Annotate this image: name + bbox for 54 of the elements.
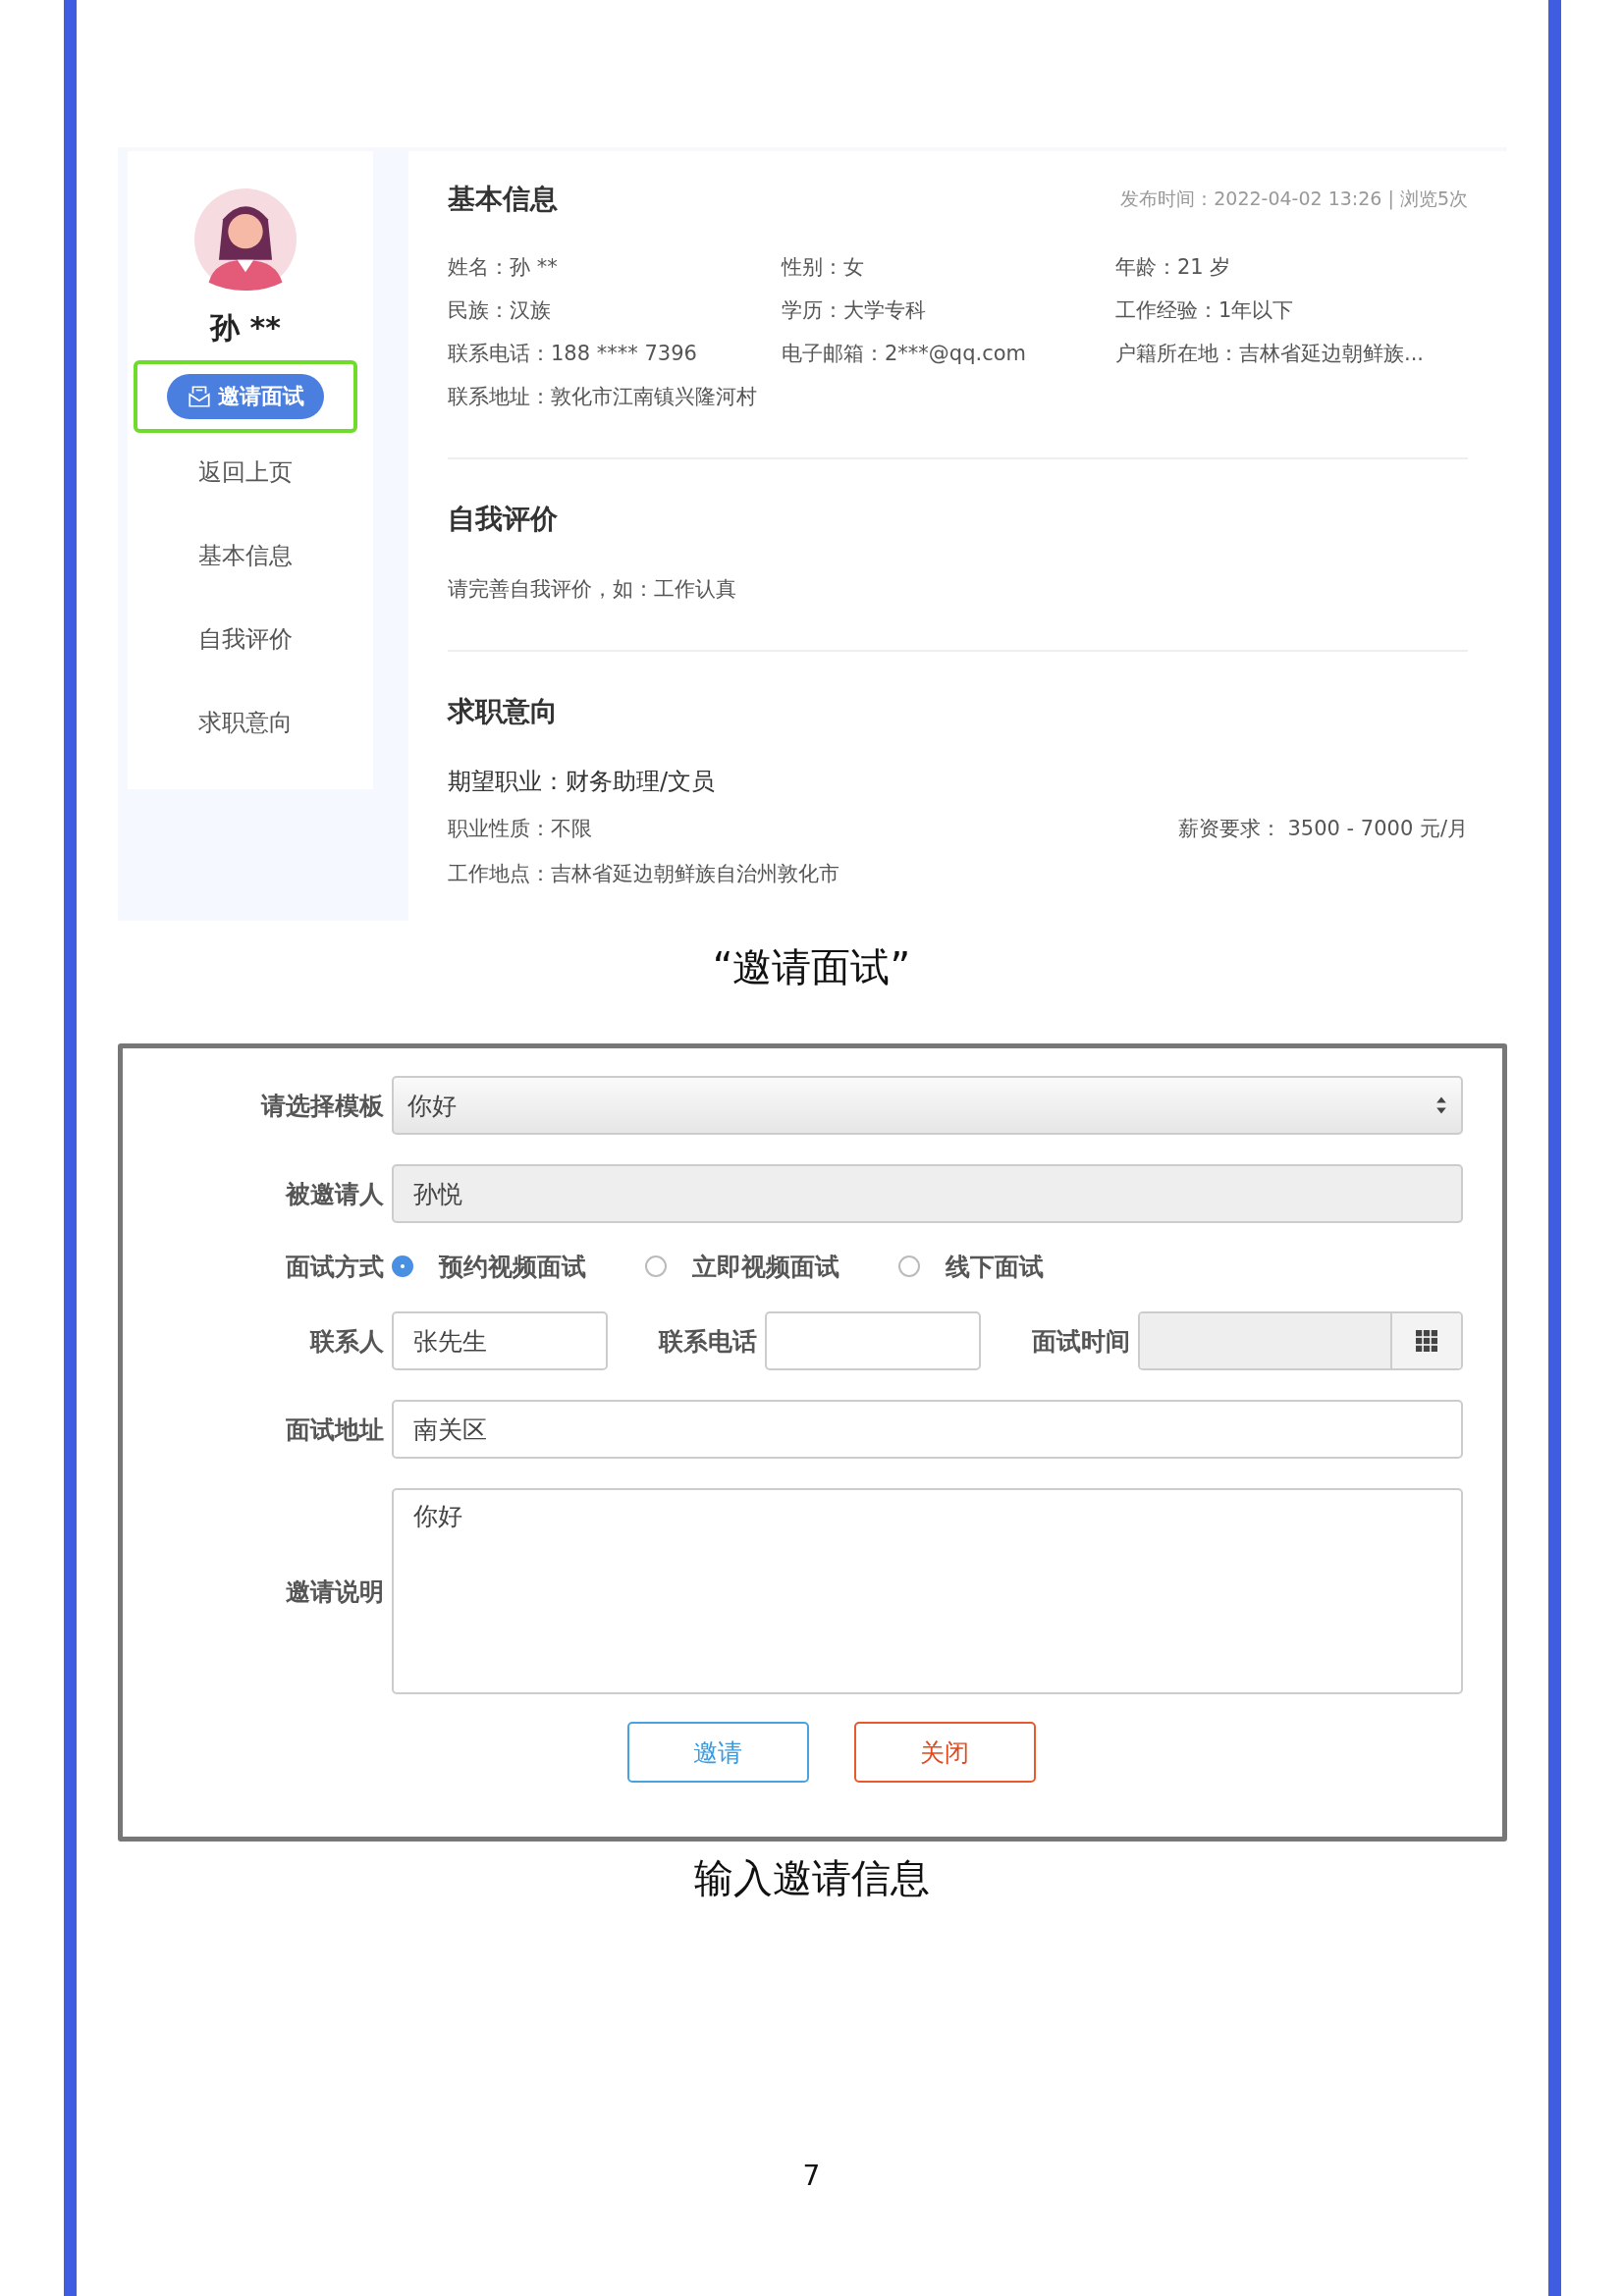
figure-caption: “邀请面试” <box>711 943 912 991</box>
radio-label[interactable]: 立即视频面试 <box>692 1250 839 1283</box>
page-number: 7 <box>801 2160 822 2192</box>
work-location-text: 工作地点：吉林省延边朝鲜族自治州敦化市 <box>448 861 840 887</box>
salary-text: 薪资要求： 3500 - 7000 元/月 <box>1177 816 1468 842</box>
publish-info: 发布时间：2022-04-02 13:26 | 浏览5次 <box>1120 187 1468 212</box>
info-field: 电子邮箱：2***@qq.com <box>782 340 1115 367</box>
job-nature-text: 职业性质：不限 <box>448 816 592 842</box>
field-label: 面试方式 <box>285 1251 385 1283</box>
radio-label[interactable]: 预约视频面试 <box>439 1250 586 1283</box>
field-label: 邀请说明 <box>285 1575 385 1608</box>
info-field: 联系地址：敦化市江南镇兴隆河村 <box>448 383 782 410</box>
sidebar-item[interactable]: 求职意向 <box>198 697 293 749</box>
radio-button[interactable] <box>645 1255 667 1277</box>
occupation-text: 期望职业：财务助理/文员 <box>448 767 717 797</box>
contact-field[interactable]: 张先生 <box>392 1311 608 1370</box>
section-title: 求职意向 <box>448 694 559 729</box>
field-label: 请选择模板 <box>259 1090 385 1122</box>
radio-button[interactable] <box>392 1255 413 1277</box>
invitee-field[interactable]: 孙悦 <box>392 1164 1463 1223</box>
address-field[interactable]: 南关区 <box>392 1400 1463 1459</box>
radio-button[interactable] <box>898 1255 920 1277</box>
invitation-note-field[interactable]: 你好 <box>392 1488 1463 1694</box>
template-select[interactable]: 你好 <box>392 1076 1463 1135</box>
info-field: 户籍所在地：吉林省延边朝鲜族... <box>1115 340 1468 367</box>
field-label: 面试时间 <box>1032 1325 1130 1358</box>
dropdown-arrows-icon <box>1435 1095 1447 1115</box>
avatar-icon <box>194 188 297 291</box>
dialog-button[interactable]: 关闭 <box>853 1722 1036 1783</box>
invite-button[interactable]: 邀请面试 <box>167 374 324 419</box>
sidebar-item[interactable]: 基本信息 <box>198 530 293 582</box>
figure-caption: 输入邀请信息 <box>692 1854 931 1902</box>
envelope-icon <box>187 384 212 409</box>
section-title: 基本信息 <box>448 182 558 217</box>
section-title: 自我评价 <box>448 502 559 537</box>
radio-label[interactable]: 线下面试 <box>946 1250 1044 1283</box>
phone-field[interactable] <box>765 1311 981 1370</box>
self-evaluation-text: 请完善自我评价，如：工作认真 <box>448 576 737 603</box>
info-field: 民族：汉族 <box>448 296 782 324</box>
field-label: 面试地址 <box>285 1414 385 1446</box>
candidate-name: 孙 ** <box>210 309 281 347</box>
field-label: 联系人 <box>308 1325 385 1358</box>
info-field: 性别：女 <box>782 253 1115 281</box>
calendar-grid-icon <box>1416 1330 1437 1352</box>
info-field: 学历：大学专科 <box>782 296 1115 324</box>
info-field: 工作经验：1年以下 <box>1115 296 1468 324</box>
info-field: 年龄：21 岁 <box>1115 253 1468 281</box>
info-field: 联系电话：188 **** 7396 <box>448 340 782 367</box>
field-label: 被邀请人 <box>284 1178 385 1210</box>
field-label: 联系电话 <box>659 1325 757 1358</box>
sidebar-item[interactable]: 自我评价 <box>198 614 293 666</box>
date-time-field[interactable] <box>1138 1311 1463 1370</box>
info-field: 姓名：孙 ** <box>448 253 782 281</box>
sidebar-item[interactable]: 返回上页 <box>198 447 293 499</box>
